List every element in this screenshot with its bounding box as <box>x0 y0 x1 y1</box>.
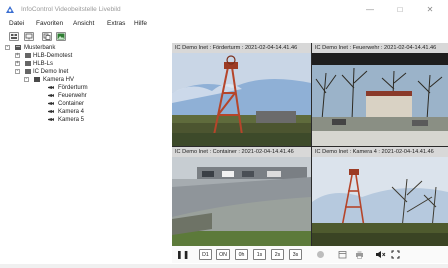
expand-hlb-demotest[interactable]: + <box>15 53 20 58</box>
camera-icon <box>48 110 54 113</box>
site-icon <box>25 69 31 74</box>
menu-bar: Datei Favoriten Ansicht Extras Hilfe <box>0 19 448 30</box>
window-title: InfoControl Videobeitstelle Livebild <box>21 6 121 13</box>
camera-tile-container[interactable]: IC Demo Inet : Container : 2021-02-04-14… <box>172 147 311 246</box>
video-grid: IC Demo Inet : Förderturm : 2021-02-04-1… <box>172 43 448 246</box>
camera-tile-kamera-4[interactable]: IC Demo Inet : Kamera 4 : 2021-02-04-14.… <box>312 147 448 246</box>
camera-group-icon <box>34 77 40 82</box>
playback-toolbar: ❚❚ D1 ON 0h 1s 2s 3s <box>172 246 448 263</box>
expand-kamera-hv[interactable]: - <box>24 77 29 82</box>
menu-extras[interactable]: Extras <box>107 20 125 27</box>
title-bar: InfoControl Videobeitstelle Livebild — □… <box>0 0 448 19</box>
tree-item-camera[interactable]: Kamera 5 <box>58 116 84 124</box>
menu-datei[interactable]: Datei <box>9 20 24 27</box>
calendar-icon[interactable] <box>337 249 347 260</box>
time-button-0h[interactable]: 0h <box>235 249 248 260</box>
camera-header: IC Demo Inet : Förderturm : 2021-02-04-1… <box>172 43 311 53</box>
tree-item-ic-demo-inet[interactable]: IC Demo Inet <box>33 68 68 76</box>
fullscreen-icon[interactable] <box>390 249 400 260</box>
menu-favoriten[interactable]: Favoriten <box>36 20 63 27</box>
camera-video <box>312 53 448 146</box>
tree-item-camera[interactable]: Feuerwehr <box>58 92 87 100</box>
server-icon <box>15 45 21 50</box>
camera-icon <box>48 118 54 121</box>
time-button-2s[interactable]: 2s <box>271 249 284 260</box>
menu-hilfe[interactable]: Hilfe <box>134 20 147 27</box>
expand-hlb-ls[interactable]: + <box>15 61 20 66</box>
tree-item-camera[interactable]: Container <box>58 100 84 108</box>
camera-video <box>312 157 448 246</box>
camera-tile-foerderturm[interactable]: IC Demo Inet : Förderturm : 2021-02-04-1… <box>172 43 311 146</box>
tree-item-camera[interactable]: Förderturm <box>58 84 88 92</box>
camera-header: IC Demo Inet : Kamera 4 : 2021-02-04-14.… <box>312 147 448 157</box>
site-icon <box>25 53 31 58</box>
camera-header: IC Demo Inet : Feuerwehr : 2021-02-04-14… <box>312 43 448 53</box>
time-button-d1[interactable]: D1 <box>199 249 212 260</box>
mute-icon[interactable] <box>374 249 386 260</box>
camera-video <box>172 157 311 246</box>
tree-item-camera[interactable]: Kamera 4 <box>58 108 84 116</box>
close-button[interactable]: ✕ <box>424 4 436 15</box>
expand-musterbank[interactable]: - <box>5 45 10 50</box>
camera-video <box>172 53 311 146</box>
time-button-on[interactable]: ON <box>216 249 230 260</box>
minimize-button[interactable]: — <box>364 4 376 15</box>
tree-item-hlb-ls[interactable]: HLB-Ls <box>33 60 53 68</box>
image-icon[interactable] <box>56 32 66 41</box>
tree-item-musterbank[interactable]: Musterbank <box>24 44 55 52</box>
time-button-1s[interactable]: 1s <box>253 249 266 260</box>
camera-icon <box>48 102 54 105</box>
site-icon <box>25 61 31 66</box>
camera-icon <box>48 86 54 89</box>
time-button-3s[interactable]: 3s <box>289 249 302 260</box>
camera-header: IC Demo Inet : Container : 2021-02-04-14… <box>172 147 311 157</box>
camera-icon <box>48 94 54 97</box>
tree-item-kamera-hv[interactable]: Kamera HV <box>43 76 74 84</box>
record-icon[interactable] <box>315 249 325 260</box>
maximize-button[interactable]: □ <box>394 4 406 15</box>
camera-tile-feuerwehr[interactable]: IC Demo Inet : Feuerwehr : 2021-02-04-14… <box>312 43 448 146</box>
tree-item-hlb-demotest[interactable]: HLB-Demotest <box>33 52 72 60</box>
app-logo-icon <box>6 6 14 13</box>
horizontal-scrollbar[interactable] <box>0 264 448 268</box>
expand-ic-demo-inet[interactable]: - <box>15 69 20 74</box>
monitor-icon[interactable] <box>24 32 34 41</box>
toolbar <box>0 31 448 43</box>
camera-tree: - Musterbank + HLB-Demotest + HLB-Ls - I… <box>0 43 172 257</box>
menu-ansicht[interactable]: Ansicht <box>73 20 94 27</box>
copy-icon[interactable] <box>42 32 52 41</box>
pause-button[interactable]: ❚❚ <box>176 249 189 260</box>
camera-layout-icon[interactable] <box>9 32 19 41</box>
print-icon[interactable] <box>354 249 364 260</box>
